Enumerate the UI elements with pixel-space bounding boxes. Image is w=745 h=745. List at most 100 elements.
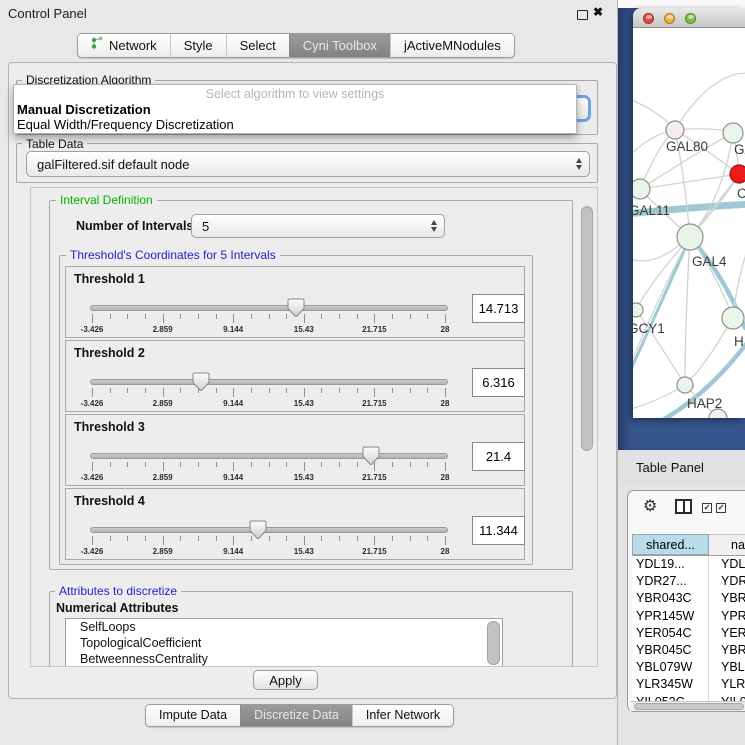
horizontal-scrollbar-thumb[interactable] <box>634 703 744 710</box>
slider-scale-label: 9.144 <box>211 473 255 482</box>
tab-select[interactable]: Select <box>226 34 289 57</box>
slider-scale-label: 15.43 <box>282 325 326 334</box>
network-edge <box>685 237 690 385</box>
gear-icon[interactable]: ⚙ <box>643 496 657 516</box>
column-header-name[interactable]: na <box>709 534 745 555</box>
network-node[interactable] <box>722 307 744 329</box>
table-row[interactable]: YPR145WYPR1 <box>632 608 745 625</box>
attributes-list-scrollbar[interactable] <box>487 621 500 665</box>
tab-infer-network[interactable]: Infer Network <box>352 705 453 726</box>
network-node[interactable] <box>677 377 693 393</box>
network-canvas[interactable]: GAL80GACGAL11GAL4GCY1HHAP2 <box>633 28 745 418</box>
slider-scale-label: 28 <box>423 473 467 482</box>
combo-stepper-icon <box>431 220 437 232</box>
zoom-traffic-light-icon[interactable] <box>685 13 696 24</box>
settings-scrollbar[interactable] <box>581 206 593 451</box>
control-panel: Control Panel ✖ Network Style Select Cyn… <box>0 0 618 745</box>
slider-ticks <box>92 536 445 547</box>
table-row[interactable]: YBR043CYBR0 <box>632 590 745 607</box>
tab-label: Infer Network <box>366 705 440 726</box>
attributes-group-title: Attributes to discretize <box>55 584 181 598</box>
cell-shared-name: YIL052C <box>632 694 709 702</box>
slider-thumb[interactable] <box>362 446 380 466</box>
cell-shared-name: YLR345W <box>632 676 709 693</box>
tab-style[interactable]: Style <box>170 34 226 57</box>
table-body[interactable]: YDL19...YDL1YDR27...YDR2YBR043CYBR0YPR14… <box>632 556 745 701</box>
bottom-tab-bar: Impute Data Discretize Data Infer Networ… <box>145 704 454 727</box>
table-row[interactable]: YLR345WYLR3 <box>632 676 745 693</box>
table-row[interactable]: YBL079WYBL0 <box>632 659 745 676</box>
attribute-list-item[interactable]: BetweennessCentrality <box>66 651 502 667</box>
table-row[interactable]: YIL052CYIL0 <box>632 694 745 702</box>
numerical-attributes-list[interactable]: SelfLoopsTopologicalCoefficientBetweenne… <box>65 618 503 667</box>
cell-name: YDL1 <box>709 556 745 573</box>
dropdown-placeholder-item[interactable]: Select algorithm to view settings <box>14 87 576 101</box>
network-node-label: GAL11 <box>633 203 670 218</box>
table-data-combobox[interactable]: galFiltered.sif default node <box>26 151 590 177</box>
slider-thumb[interactable] <box>287 298 305 318</box>
slider-track[interactable] <box>90 379 448 385</box>
checkbox-icon[interactable]: ✓ <box>702 503 712 513</box>
threshold-row: Threshold 4-3.4262.8599.14415.4321.71528… <box>65 488 525 560</box>
dropdown-item-equal-width[interactable]: Equal Width/Frequency Discretization <box>17 117 234 132</box>
number-of-intervals-combobox[interactable]: 5 <box>191 214 445 238</box>
cell-shared-name: YBR043C <box>632 590 709 607</box>
network-node[interactable] <box>730 165 745 183</box>
checkbox-icon[interactable]: ✓ <box>716 503 726 513</box>
table-row[interactable]: YBR045CYBR0 <box>632 642 745 659</box>
slider-thumb[interactable] <box>192 372 210 392</box>
slider-thumb[interactable] <box>249 520 267 540</box>
network-node[interactable] <box>666 121 684 139</box>
slider-track[interactable] <box>90 453 448 459</box>
threshold-value-field[interactable]: 21.4 <box>472 442 525 471</box>
float-window-icon[interactable] <box>577 10 588 20</box>
split-columns-icon[interactable] <box>675 499 692 514</box>
apply-button[interactable]: Apply <box>253 670 318 690</box>
close-traffic-light-icon[interactable] <box>643 13 654 24</box>
thresholds-group-title: Threshold's Coordinates for 5 Intervals <box>66 248 280 262</box>
tab-jactivemnodules[interactable]: jActiveMNodules <box>390 34 514 57</box>
slider-scale-label: -3.426 <box>70 547 114 556</box>
cell-name: YLR3 <box>709 676 745 693</box>
network-node[interactable] <box>633 303 643 317</box>
threshold-row: Threshold 1-3.4262.8599.14415.4321.71528… <box>65 266 525 338</box>
table-row[interactable]: YDL19...YDL1 <box>632 556 745 573</box>
minimize-traffic-light-icon[interactable] <box>664 13 675 24</box>
tab-discretize-data[interactable]: Discretize Data <box>240 705 352 726</box>
threshold-value-field[interactable]: 6.316 <box>472 368 525 397</box>
slider-scale-label: -3.426 <box>70 325 114 334</box>
slider-scale-label: 2.859 <box>141 325 185 334</box>
network-node-label: GA <box>734 142 745 157</box>
network-node[interactable] <box>633 179 650 199</box>
table-row[interactable]: YER054CYER0 <box>632 625 745 642</box>
threshold-value-field[interactable]: 11.344 <box>472 516 525 545</box>
dropdown-item-manual-discretization[interactable]: Manual Discretization <box>17 102 151 117</box>
tab-cyni-toolbox[interactable]: Cyni Toolbox <box>289 34 390 57</box>
slider-track[interactable] <box>90 305 448 311</box>
slider-scale-label: 2.859 <box>141 473 185 482</box>
tab-label: Style <box>184 34 213 57</box>
attribute-list-item[interactable]: SelfLoops <box>66 619 502 635</box>
network-edge <box>685 318 733 385</box>
slider-scale-label: -3.426 <box>70 473 114 482</box>
network-edge <box>640 174 739 189</box>
tab-impute-data[interactable]: Impute Data <box>146 705 240 726</box>
table-row[interactable]: YDR27...YDR2 <box>632 573 745 590</box>
tab-label: Discretize Data <box>254 705 339 726</box>
threshold-value-field[interactable]: 14.713 <box>472 294 525 323</box>
slider-scale-label: 15.43 <box>282 547 326 556</box>
slider-scale-label: 28 <box>423 399 467 408</box>
slider-track[interactable] <box>90 527 448 533</box>
attribute-list-item[interactable]: TopologicalCoefficient <box>66 635 502 651</box>
network-window-titlebar[interactable] <box>633 8 745 28</box>
network-node[interactable] <box>723 123 743 143</box>
tab-network[interactable]: Network <box>78 34 170 57</box>
cell-name: YER0 <box>709 625 745 642</box>
close-icon[interactable]: ✖ <box>593 5 603 19</box>
threshold-label: Threshold 1 <box>74 272 145 286</box>
network-node-label: GCY1 <box>633 321 665 336</box>
column-header-shared-name[interactable]: shared... <box>632 534 709 555</box>
slider-scale-label: 9.144 <box>211 325 255 334</box>
number-of-intervals-value: 5 <box>202 219 209 234</box>
network-node[interactable] <box>677 224 703 250</box>
